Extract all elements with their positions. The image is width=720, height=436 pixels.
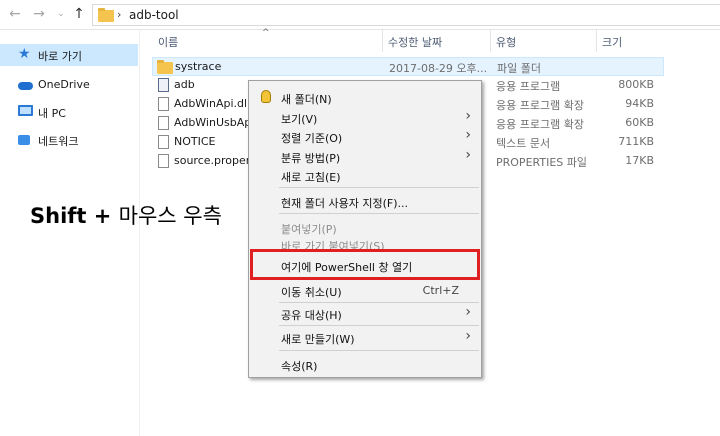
forward-arrow-icon[interactable]: →: [30, 5, 48, 23]
menu-item-label: 새 폴더(N): [281, 93, 332, 106]
context-menu: 새 폴더(N) 보기(V) › 정렬 기준(O) › 분류 방법(P) › 새로…: [248, 80, 482, 378]
menu-separator: [279, 350, 479, 351]
file-row-systrace[interactable]: systrace 2017-08-29 오후... 파일 폴더: [152, 57, 664, 76]
file-size: 800KB: [618, 78, 654, 91]
column-divider[interactable]: [596, 30, 597, 52]
file-type: 응용 프로그램 확장: [496, 118, 584, 131]
cloud-icon: [18, 82, 33, 90]
menu-item-label: 새로 고침(E): [281, 171, 341, 184]
instruction-caption: Shift + 마우스 우측: [30, 200, 222, 230]
menu-item-label: 보기(V): [281, 113, 318, 126]
column-header-type[interactable]: 유형: [496, 34, 516, 50]
menu-item-label: 새로 만들기(W): [281, 333, 355, 346]
sidebar-item-label: OneDrive: [38, 78, 90, 91]
file-size: 94KB: [625, 97, 654, 110]
text-file-icon: [158, 135, 169, 149]
sidebar-item-label: 네트워크: [38, 135, 79, 148]
file-type: PROPERTIES 파일: [496, 156, 587, 169]
submenu-arrow-icon: ›: [465, 127, 471, 143]
menu-item-label: 현재 폴더 사용자 지정(F)...: [281, 197, 408, 210]
caption-action: 마우스 우측: [118, 204, 222, 228]
file-date: 2017-08-29 오후...: [389, 62, 488, 75]
back-arrow-icon[interactable]: ←: [6, 5, 24, 23]
address-bar[interactable]: › adb-tool: [92, 4, 720, 26]
menu-item-label: 정렬 기준(O): [281, 132, 343, 145]
submenu-arrow-icon: ›: [465, 304, 471, 320]
file-name: systrace: [175, 60, 222, 73]
caption-shortcut: Shift +: [30, 204, 119, 228]
column-header-date[interactable]: 수정한 날짜: [388, 34, 442, 50]
menu-item-refresh[interactable]: 새로 고침(E): [249, 165, 481, 185]
recent-dropdown-icon[interactable]: ⌄: [52, 5, 70, 23]
dll-file-icon: [158, 116, 169, 130]
menu-item-undo-move[interactable]: 이동 취소(U) Ctrl+Z: [249, 280, 481, 300]
menu-item-label: 바로 가기 붙여넣기(S): [281, 240, 385, 249]
sidebar-item-this-pc[interactable]: 내 PC: [0, 101, 138, 123]
menu-item-label: 이동 취소(U): [281, 286, 342, 299]
menu-item-customize-folder[interactable]: 현재 폴더 사용자 지정(F)...: [249, 191, 481, 211]
sidebar-item-quick-access[interactable]: ★ 바로 가기: [0, 44, 138, 66]
file-size: 17KB: [625, 154, 654, 167]
sidebar-item-label: 바로 가기: [38, 50, 82, 63]
sort-ascending-icon: ^: [262, 28, 270, 38]
submenu-arrow-icon: ›: [465, 328, 471, 344]
breadcrumb-separator-icon: ›: [117, 8, 122, 21]
menu-separator: [279, 325, 479, 326]
up-arrow-icon[interactable]: ↑: [70, 5, 88, 23]
file-size: 60KB: [625, 116, 654, 129]
column-header-name[interactable]: 이름: [158, 34, 178, 50]
file-name: NOTICE: [174, 135, 216, 148]
address-toolbar: ← → ⌄ ↑ › adb-tool: [0, 0, 720, 30]
navigation-pane: ★ 바로 가기 OneDrive 내 PC 네트워크: [0, 30, 140, 436]
file-size: 711KB: [618, 135, 654, 148]
folder-icon: [157, 60, 173, 74]
file-type: 파일 폴더: [497, 62, 541, 75]
submenu-arrow-icon: ›: [465, 147, 471, 163]
menu-separator: [279, 187, 479, 188]
sidebar-item-onedrive[interactable]: OneDrive: [0, 74, 138, 96]
breadcrumb-current[interactable]: adb-tool: [129, 8, 179, 22]
sidebar-item-network[interactable]: 네트워크: [0, 129, 138, 151]
file-type: 텍스트 문서: [496, 137, 551, 150]
file-name: AdbWinApi.dll: [174, 97, 251, 110]
menu-item-group-by[interactable]: 분류 방법(P) ›: [249, 146, 481, 166]
menu-item-new-folder[interactable]: 새 폴더(N): [249, 87, 481, 107]
folder-icon: [98, 8, 114, 22]
sidebar-item-label: 내 PC: [38, 107, 66, 120]
pc-icon: [18, 105, 33, 116]
file-type: 응용 프로그램: [496, 80, 561, 93]
menu-item-view[interactable]: 보기(V) ›: [249, 107, 481, 127]
file-type: 응용 프로그램 확장: [496, 99, 584, 112]
menu-item-paste-shortcut: 바로 가기 붙여넣기(S): [249, 234, 481, 249]
file-icon: [158, 154, 169, 168]
dll-file-icon: [158, 97, 169, 111]
menu-item-label: 분류 방법(P): [281, 152, 341, 165]
new-folder-icon: [261, 90, 271, 103]
menu-item-properties[interactable]: 속성(R): [249, 354, 481, 374]
star-icon: ★: [18, 46, 31, 62]
menu-item-share-with[interactable]: 공유 대상(H) ›: [249, 303, 481, 323]
menu-item-sort-by[interactable]: 정렬 기준(O) ›: [249, 126, 481, 146]
column-header-size[interactable]: 크기: [602, 34, 622, 50]
menu-item-label: 공유 대상(H): [281, 309, 342, 322]
column-divider[interactable]: [490, 30, 491, 52]
column-divider[interactable]: [382, 30, 383, 52]
powershell-highlight-box: [250, 249, 480, 280]
menu-item-shortcut: Ctrl+Z: [422, 284, 459, 297]
menu-item-label: 속성(R): [281, 360, 318, 373]
application-icon: [158, 78, 169, 92]
network-icon: [18, 135, 30, 145]
file-name: adb: [174, 78, 195, 91]
submenu-arrow-icon: ›: [465, 108, 471, 124]
menu-separator: [279, 213, 479, 214]
menu-item-new[interactable]: 새로 만들기(W) ›: [249, 327, 481, 347]
